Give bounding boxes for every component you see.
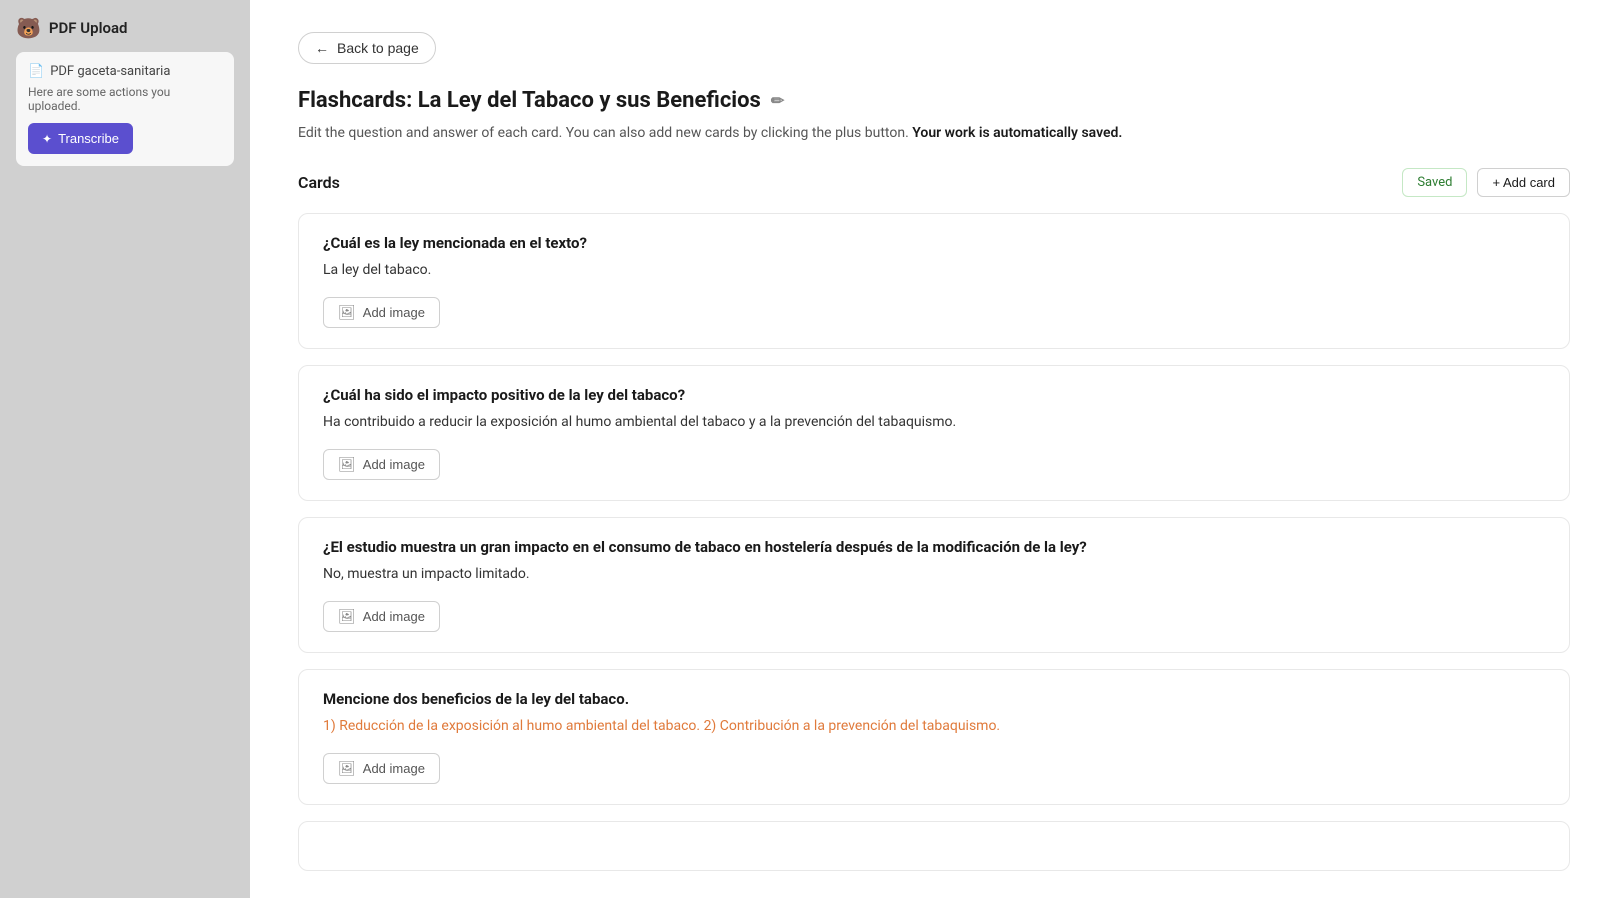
add-image-label-1: Add image: [363, 305, 425, 320]
back-button-label: Back to page: [337, 40, 419, 56]
transcribe-label: Transcribe: [58, 131, 119, 146]
bear-emoji: 🐻: [16, 16, 41, 40]
page-title-text: Flashcards: La Ley del Tabaco y sus Bene…: [298, 88, 761, 113]
subtitle: Edit the question and answer of each car…: [298, 123, 1570, 144]
add-image-label-4: Add image: [363, 761, 425, 776]
saved-badge: Saved: [1402, 168, 1467, 197]
add-image-button-2[interactable]: 🖼 Add image: [323, 449, 440, 480]
image-icon-1: 🖼: [338, 304, 356, 321]
edit-icon[interactable]: ✏: [771, 91, 784, 110]
add-card-button[interactable]: + Add card: [1477, 168, 1570, 197]
flashcard-3-answer: No, muestra un impacto limitado.: [323, 564, 1545, 585]
sidebar-card: 📄 PDF gaceta-sanitaria Here are some act…: [16, 52, 234, 166]
flashcard-1: ¿Cuál es la ley mencionada en el texto? …: [298, 213, 1570, 349]
flashcard-1-answer: La ley del tabaco.: [323, 260, 1545, 281]
cards-label: Cards: [298, 173, 340, 192]
flashcard-4-answer: 1) Reducción de la exposición al humo am…: [323, 716, 1545, 737]
sparkle-icon: ✦: [42, 132, 52, 146]
page-title: Flashcards: La Ley del Tabaco y sus Bene…: [298, 88, 1570, 113]
flashcard-partial: [298, 821, 1570, 871]
flashcard-3: ¿El estudio muestra un gran impacto en e…: [298, 517, 1570, 653]
flashcard-4-question: Mencione dos beneficios de la ley del ta…: [323, 690, 1545, 708]
image-icon-2: 🖼: [338, 456, 356, 473]
image-icon-4: 🖼: [338, 760, 356, 777]
sidebar-filename: 📄 PDF gaceta-sanitaria: [28, 64, 222, 79]
flashcard-1-question: ¿Cuál es la ley mencionada en el texto?: [323, 234, 1545, 252]
flashcard-3-question: ¿El estudio muestra un gran impacto en e…: [323, 538, 1545, 556]
image-icon-3: 🖼: [338, 608, 356, 625]
add-image-button-1[interactable]: 🖼 Add image: [323, 297, 440, 328]
flashcard-2: ¿Cuál ha sido el impacto positivo de la …: [298, 365, 1570, 501]
subtitle-text: Edit the question and answer of each car…: [298, 125, 909, 141]
main-content: ← Back to page Flashcards: La Ley del Ta…: [250, 0, 1618, 898]
sidebar-description: Here are some actions you uploaded.: [28, 85, 222, 113]
add-image-button-4[interactable]: 🖼 Add image: [323, 753, 440, 784]
flashcard-4: Mencione dos beneficios de la ley del ta…: [298, 669, 1570, 805]
add-image-label-2: Add image: [363, 457, 425, 472]
cards-header: Cards Saved + Add card: [298, 168, 1570, 197]
transcribe-button[interactable]: ✦ Transcribe: [28, 123, 133, 154]
add-image-label-3: Add image: [363, 609, 425, 624]
arrow-left-icon: ←: [315, 40, 329, 56]
flashcard-2-question: ¿Cuál ha sido el impacto positivo de la …: [323, 386, 1545, 404]
sidebar: 🐻 PDF Upload 📄 PDF gaceta-sanitaria Here…: [0, 0, 250, 898]
add-image-button-3[interactable]: 🖼 Add image: [323, 601, 440, 632]
flashcard-2-answer: Ha contribuido a reducir la exposición a…: [323, 412, 1545, 433]
header-actions: Saved + Add card: [1402, 168, 1570, 197]
app-title: PDF Upload: [49, 19, 128, 37]
auto-save-notice: Your work is automatically saved.: [912, 125, 1122, 141]
back-to-page-button[interactable]: ← Back to page: [298, 32, 436, 64]
file-icon: 📄: [28, 64, 44, 79]
sidebar-title: 🐻 PDF Upload: [16, 16, 234, 40]
